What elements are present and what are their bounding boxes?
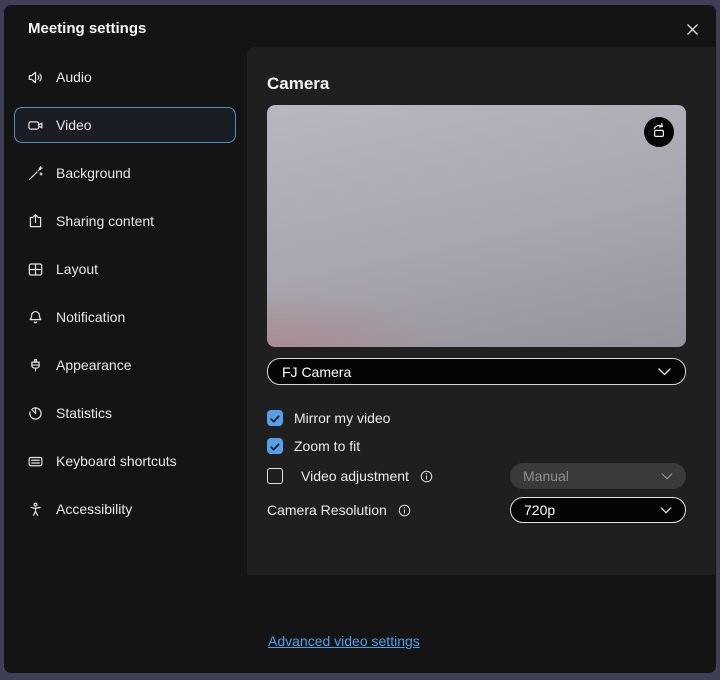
sidebar-item-video[interactable]: Video [14,107,236,143]
section-title: Camera [267,73,686,95]
mirror-video-row: Mirror my video [267,407,686,429]
keyboard-icon [27,453,44,470]
layout-grid-icon [27,261,44,278]
camera-resolution-value: 720p [524,502,555,518]
sidebar-item-label: Video [56,117,92,133]
rotate-camera-button[interactable] [644,117,674,147]
statistics-icon [27,405,44,422]
sidebar-item-statistics[interactable]: Statistics [14,395,236,431]
info-icon[interactable] [419,469,434,484]
sidebar-item-label: Layout [56,261,98,277]
sidebar-item-layout[interactable]: Layout [14,251,236,287]
close-button[interactable] [678,17,706,45]
paintbrush-icon [27,357,44,374]
sidebar-item-label: Appearance [56,357,132,373]
info-icon[interactable] [397,503,412,518]
camera-settings-panel: Camera FJ Camera Mirror my vide [247,47,715,575]
sidebar-item-label: Audio [56,69,92,85]
mirror-video-checkbox[interactable] [267,410,283,426]
video-adjustment-mode-select: Manual [510,463,686,489]
chevron-down-icon [658,368,671,376]
video-adjustment-checkbox[interactable] [267,468,283,484]
sidebar-item-notification[interactable]: Notification [14,299,236,335]
checkmark-icon [270,410,280,426]
rotate-camera-icon [650,122,668,143]
speaker-icon [27,69,44,86]
sidebar-item-label: Sharing content [56,213,154,229]
advanced-video-settings-link[interactable]: Advanced video settings [268,633,420,649]
camera-options: Mirror my video Zoom to fit Video adjust… [267,407,686,523]
mirror-video-label: Mirror my video [294,410,390,426]
sidebar-item-label: Statistics [56,405,112,421]
meeting-settings-dialog: Meeting settings Audio Video Background [3,4,717,674]
settings-sidebar: Audio Video Background Sharing content L… [4,59,250,539]
chevron-down-icon [661,473,673,480]
zoom-to-fit-checkbox[interactable] [267,438,283,454]
checkmark-icon [270,438,280,454]
camera-resolution-row: Camera Resolution 720p [267,497,686,523]
sidebar-item-label: Keyboard shortcuts [56,453,177,469]
close-icon [685,22,700,40]
sidebar-item-label: Background [56,165,131,181]
camera-device-select[interactable]: FJ Camera [267,358,686,385]
video-adjustment-label: Video adjustment [301,468,409,484]
camera-preview [267,105,686,347]
sidebar-item-audio[interactable]: Audio [14,59,236,95]
share-icon [27,213,44,230]
camera-resolution-label: Camera Resolution [267,502,387,518]
chevron-down-icon [660,507,672,514]
dialog-title: Meeting settings [28,20,146,37]
sidebar-item-keyboard-shortcuts[interactable]: Keyboard shortcuts [14,443,236,479]
camera-device-value: FJ Camera [282,364,351,380]
zoom-to-fit-label: Zoom to fit [294,438,360,454]
accessibility-icon [27,501,44,518]
zoom-to-fit-row: Zoom to fit [267,435,686,457]
video-adjustment-mode-value: Manual [523,468,569,484]
video-camera-icon [27,117,44,134]
sidebar-item-background[interactable]: Background [14,155,236,191]
sidebar-item-accessibility[interactable]: Accessibility [14,491,236,527]
sidebar-item-appearance[interactable]: Appearance [14,347,236,383]
sidebar-item-sharing-content[interactable]: Sharing content [14,203,236,239]
camera-resolution-select[interactable]: 720p [510,497,686,523]
sidebar-item-label: Accessibility [56,501,132,517]
magic-wand-icon [27,165,44,182]
bell-icon [27,309,44,326]
sidebar-item-label: Notification [56,309,125,325]
video-adjustment-row: Video adjustment Manual [267,463,686,489]
